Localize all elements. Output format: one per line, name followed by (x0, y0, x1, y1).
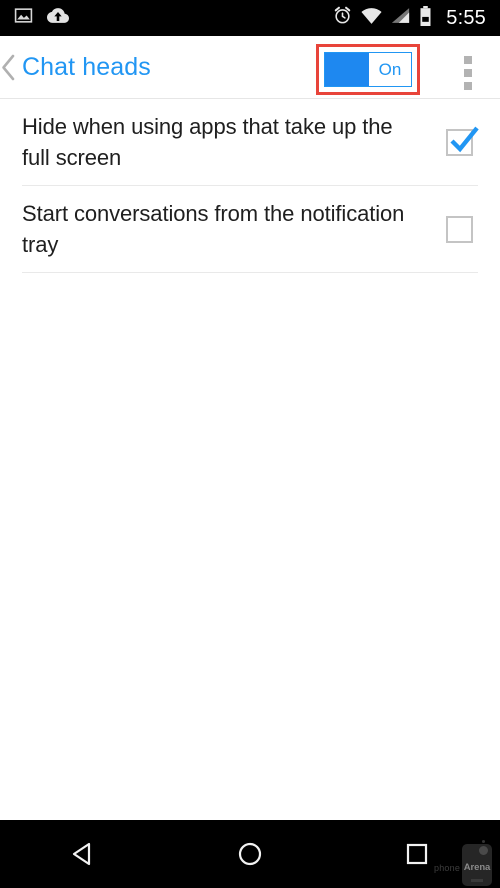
toggle-thumb (325, 53, 369, 86)
checkmark-icon (450, 126, 479, 152)
wifi-icon (361, 7, 382, 29)
image-icon (14, 6, 33, 30)
list-item[interactable]: Start conversations from the notificatio… (0, 186, 500, 272)
android-settings-screen: 5:55 Chat heads On Hide when using apps … (0, 0, 500, 888)
status-bar-left-icons (14, 6, 69, 30)
nav-recents-button[interactable] (333, 820, 500, 888)
list-divider (22, 272, 478, 273)
overflow-dot (464, 82, 472, 90)
setting-label: Hide when using apps that take up the fu… (22, 114, 393, 170)
action-bar: Chat heads (0, 36, 500, 98)
toggle-state-label: On (378, 60, 402, 79)
battery-icon (419, 5, 432, 31)
checkbox-start-from-tray[interactable] (446, 215, 473, 243)
status-bar-right-icons: 5:55 (333, 5, 486, 31)
cellular-signal-icon (391, 7, 410, 29)
alarm-clock-icon (333, 6, 352, 30)
status-bar-clock: 5:55 (446, 7, 486, 29)
home-circle-icon (238, 842, 262, 866)
settings-list: Hide when using apps that take up the fu… (0, 99, 500, 273)
recents-square-icon (406, 843, 427, 865)
overflow-dot (464, 56, 472, 64)
cloud-upload-icon (47, 6, 69, 30)
checkbox-box (446, 215, 473, 243)
overflow-dot (464, 69, 472, 77)
nav-back-button[interactable] (0, 820, 167, 888)
chat-heads-toggle-switch[interactable]: On (324, 52, 412, 87)
page-title: Chat heads (22, 52, 151, 81)
toggle-annotation-highlight: On (316, 44, 420, 95)
nav-home-button[interactable] (167, 820, 334, 888)
setting-label: Start conversations from the notificatio… (22, 201, 405, 257)
overflow-menu-icon[interactable] (457, 52, 479, 94)
navigation-bar: phone Arena (0, 820, 500, 888)
checkbox-hide-fullscreen[interactable] (446, 126, 479, 156)
back-chevron-icon[interactable] (0, 36, 19, 98)
status-bar: 5:55 (0, 0, 500, 36)
back-triangle-icon (73, 842, 91, 866)
list-item[interactable]: Hide when using apps that take up the fu… (0, 99, 500, 185)
